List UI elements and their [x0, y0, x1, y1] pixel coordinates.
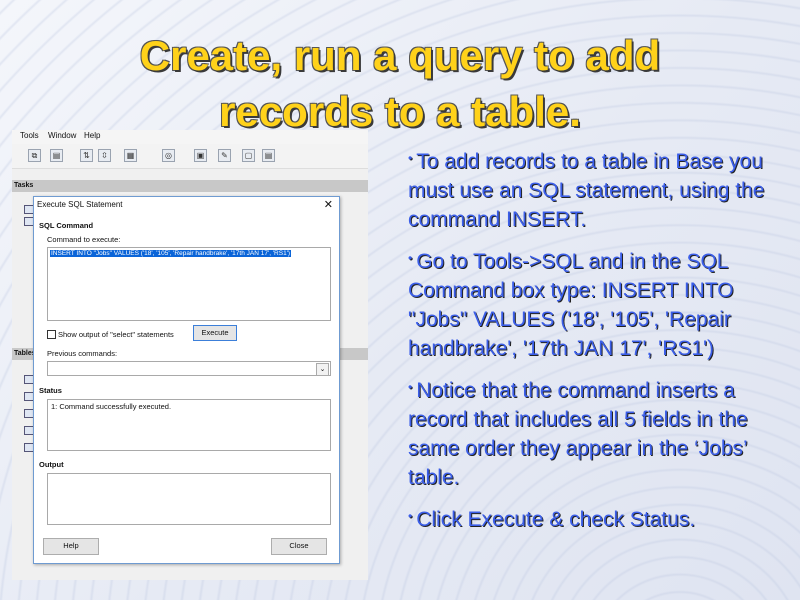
bullet-list: • To add records to a table in Base you m… — [408, 144, 778, 544]
sort-icon[interactable]: ⇅ — [80, 149, 93, 162]
help-button[interactable]: Help — [43, 538, 99, 555]
bullet-text: Click Execute & check Status. — [416, 508, 696, 531]
bullet-icon: • — [408, 509, 413, 523]
bullet-item: • To add records to a table in Base you m… — [408, 144, 778, 234]
command-to-execute-label: Command to execute: — [47, 235, 121, 244]
tasks-header: Tasks — [12, 180, 368, 192]
bullet-icon: • — [408, 251, 413, 265]
close-button[interactable]: Close — [271, 538, 327, 555]
screenshot-panel: Tools Window Help ⧉ ▤ ⇅ ⇳ ▦ ◎ ▣ ✎ ▢ ▤ Ta… — [12, 130, 368, 580]
sql-command-label: SQL Command — [39, 221, 94, 230]
table-icon[interactable]: ▣ — [194, 149, 207, 162]
menu-bar: Tools Window Help — [12, 130, 368, 144]
bullet-item: • Go to Tools->SQL and in the SQL Command… — [408, 244, 778, 363]
command-input[interactable]: INSERT INTO "Jobs" VALUES ('18', '105', … — [47, 247, 331, 321]
dialog-title: Execute SQL Statement — [37, 200, 123, 209]
bullet-text: To add records to a table in Base you mu… — [408, 150, 765, 231]
previous-commands-label: Previous commands: — [47, 349, 118, 358]
bullet-icon: • — [408, 380, 413, 394]
output-label: Output — [39, 460, 64, 469]
bullet-icon: • — [408, 151, 413, 165]
menu-help[interactable]: Help — [84, 131, 100, 140]
bullet-text: Notice that the command inserts a record… — [408, 379, 748, 489]
output-box — [47, 473, 331, 525]
report-icon[interactable]: ▦ — [124, 149, 137, 162]
help-lifebuoy-icon[interactable]: ◎ — [162, 149, 175, 162]
chevron-down-icon[interactable]: ⌄ — [316, 363, 329, 376]
menu-tools[interactable]: Tools — [20, 131, 39, 140]
menu-window[interactable]: Window — [48, 131, 76, 140]
copy-icon[interactable]: ⧉ — [28, 149, 41, 162]
slide-title-line1: Create, run a query to add — [139, 32, 661, 79]
bullet-text: Go to Tools->SQL and in the SQL Command … — [408, 250, 734, 360]
bullet-item: • Click Execute & check Status. — [408, 502, 778, 534]
command-text: INSERT INTO "Jobs" VALUES ('18', '105', … — [50, 250, 292, 257]
toolbar: ⧉ ▤ ⇅ ⇳ ▦ ◎ ▣ ✎ ▢ ▤ — [12, 144, 368, 169]
filter-icon[interactable]: ⇳ — [98, 149, 111, 162]
execute-button[interactable]: Execute — [193, 325, 237, 341]
slide-title-line2: records to a table. — [219, 88, 581, 135]
form-icon[interactable]: ▢ — [242, 149, 255, 162]
status-box: 1: Command successfully executed. — [47, 399, 331, 451]
edit-icon[interactable]: ✎ — [218, 149, 231, 162]
slide-title: Create, run a query to add records to a … — [0, 28, 800, 140]
close-icon[interactable]: ✕ — [324, 198, 333, 211]
show-output-label: Show output of "select" statements — [58, 330, 174, 339]
status-label: Status — [39, 386, 62, 395]
execute-sql-dialog: Execute SQL Statement ✕ SQL Command Comm… — [33, 196, 340, 564]
query-icon[interactable]: ▤ — [262, 149, 275, 162]
paste-icon[interactable]: ▤ — [50, 149, 63, 162]
bullet-item: • Notice that the command inserts a recor… — [408, 373, 778, 492]
show-output-checkbox[interactable] — [47, 330, 56, 339]
previous-commands-select[interactable]: ⌄ — [47, 361, 331, 376]
status-text: 1: Command successfully executed. — [51, 402, 172, 411]
